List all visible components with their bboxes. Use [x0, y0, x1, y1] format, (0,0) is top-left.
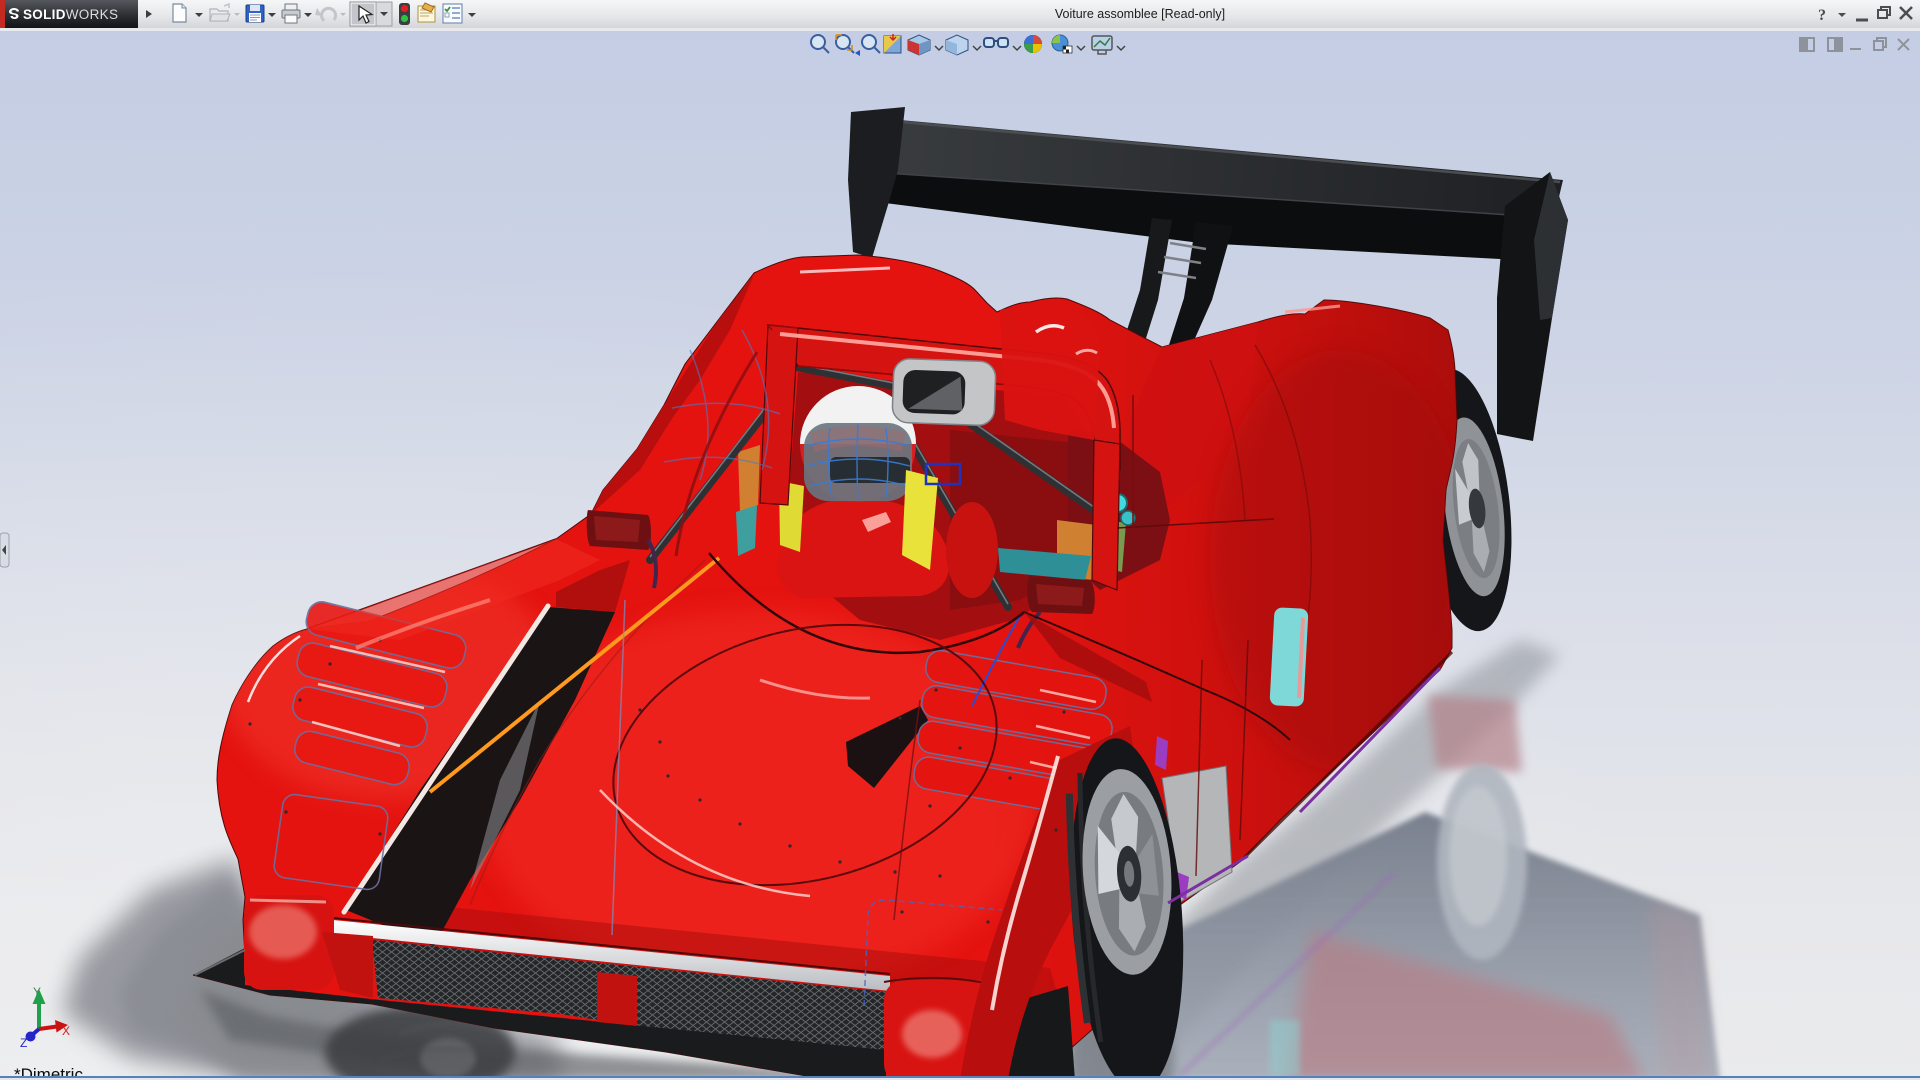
- svg-text:Y: Y: [33, 985, 41, 999]
- svg-text:?: ?: [1818, 7, 1826, 24]
- svg-text:X: X: [62, 1024, 70, 1038]
- svg-text:Z: Z: [20, 1036, 27, 1050]
- svg-text:SOLIDWORKS: SOLIDWORKS: [23, 7, 118, 22]
